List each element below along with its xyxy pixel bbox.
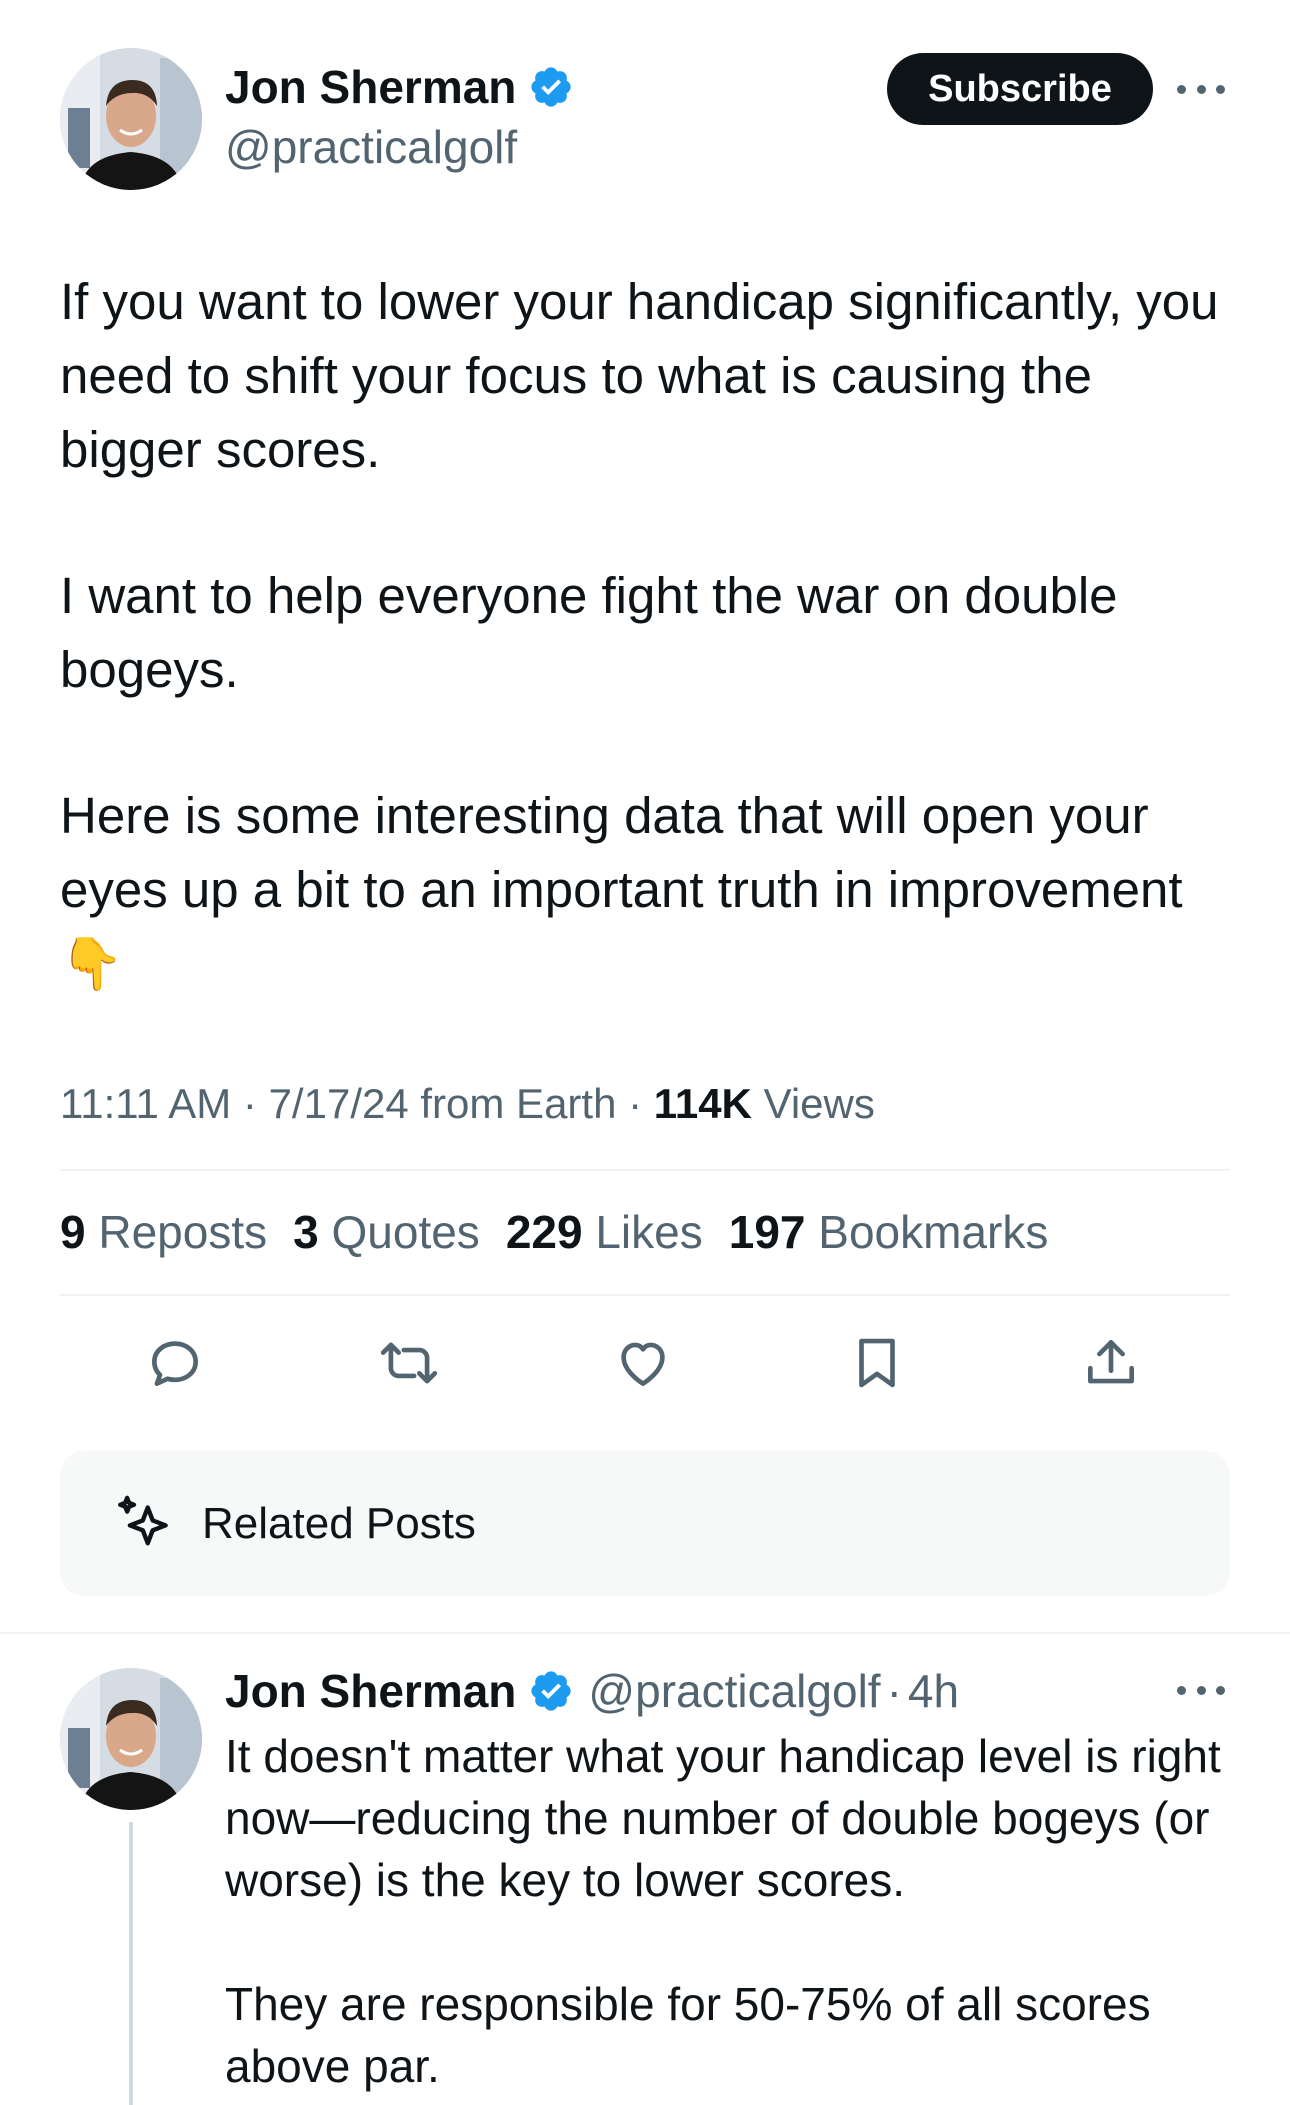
thread-line bbox=[129, 1822, 133, 2105]
post-meta: 11:11 AM · 7/17/24 from Earth · 114K Vie… bbox=[60, 1080, 875, 1127]
reply-timestamp[interactable]: 4h bbox=[908, 1664, 959, 1718]
more-options-icon[interactable] bbox=[1177, 79, 1225, 99]
reply-text: It doesn't matter what your handicap lev… bbox=[225, 1725, 1235, 2097]
views-count: 114K bbox=[653, 1080, 752, 1127]
post-paragraph: Here is some interesting data that will … bbox=[60, 787, 1183, 992]
reply-author-name[interactable]: Jon Sherman bbox=[225, 1664, 516, 1718]
divider bbox=[60, 1294, 1230, 1296]
verified-badge-icon bbox=[528, 64, 574, 110]
reply-avatar[interactable] bbox=[60, 1668, 202, 1810]
author-name[interactable]: Jon Sherman bbox=[225, 60, 516, 114]
verified-badge-icon bbox=[528, 1668, 574, 1714]
more-options-icon[interactable] bbox=[1177, 1680, 1225, 1700]
reply-paragraph: They are responsible for 50-75% of all s… bbox=[225, 1978, 1151, 2092]
like-icon[interactable] bbox=[608, 1328, 678, 1398]
author-handle[interactable]: @practicalgolf bbox=[225, 120, 517, 174]
bookmark-icon[interactable] bbox=[842, 1328, 912, 1398]
share-icon[interactable] bbox=[1076, 1328, 1146, 1398]
reposts-stat[interactable]: 9 Reposts bbox=[60, 1205, 267, 1259]
post-stats: 9 Reposts 3 Quotes 229 Likes 197 Bookmar… bbox=[60, 1205, 1074, 1259]
bookmarks-stat[interactable]: 197 Bookmarks bbox=[729, 1205, 1049, 1259]
post-text: If you want to lower your handicap signi… bbox=[60, 265, 1230, 1001]
related-posts-card[interactable]: Related Posts bbox=[60, 1451, 1230, 1596]
divider bbox=[60, 1169, 1230, 1171]
reply-paragraph: It doesn't matter what your handicap lev… bbox=[225, 1730, 1221, 1906]
likes-stat[interactable]: 229 Likes bbox=[506, 1205, 703, 1259]
reply-author-handle[interactable]: @practicalgolf bbox=[588, 1664, 880, 1718]
avatar[interactable] bbox=[60, 48, 202, 190]
post-paragraph: If you want to lower your handicap signi… bbox=[60, 273, 1219, 478]
post-time[interactable]: 11:11 AM bbox=[60, 1080, 231, 1127]
section-divider bbox=[0, 1632, 1290, 1634]
sparkle-icon bbox=[112, 1491, 178, 1557]
post-date[interactable]: 7/17/24 bbox=[269, 1080, 409, 1127]
reply-icon[interactable] bbox=[140, 1328, 210, 1398]
repost-icon[interactable] bbox=[374, 1328, 444, 1398]
related-posts-label: Related Posts bbox=[202, 1498, 476, 1548]
post-source: from Earth bbox=[420, 1080, 617, 1127]
post-paragraph: I want to help everyone fight the war on… bbox=[60, 567, 1118, 698]
views-label: Views bbox=[763, 1080, 875, 1127]
subscribe-button[interactable]: Subscribe bbox=[887, 53, 1153, 125]
quotes-stat[interactable]: 3 Quotes bbox=[293, 1205, 480, 1259]
